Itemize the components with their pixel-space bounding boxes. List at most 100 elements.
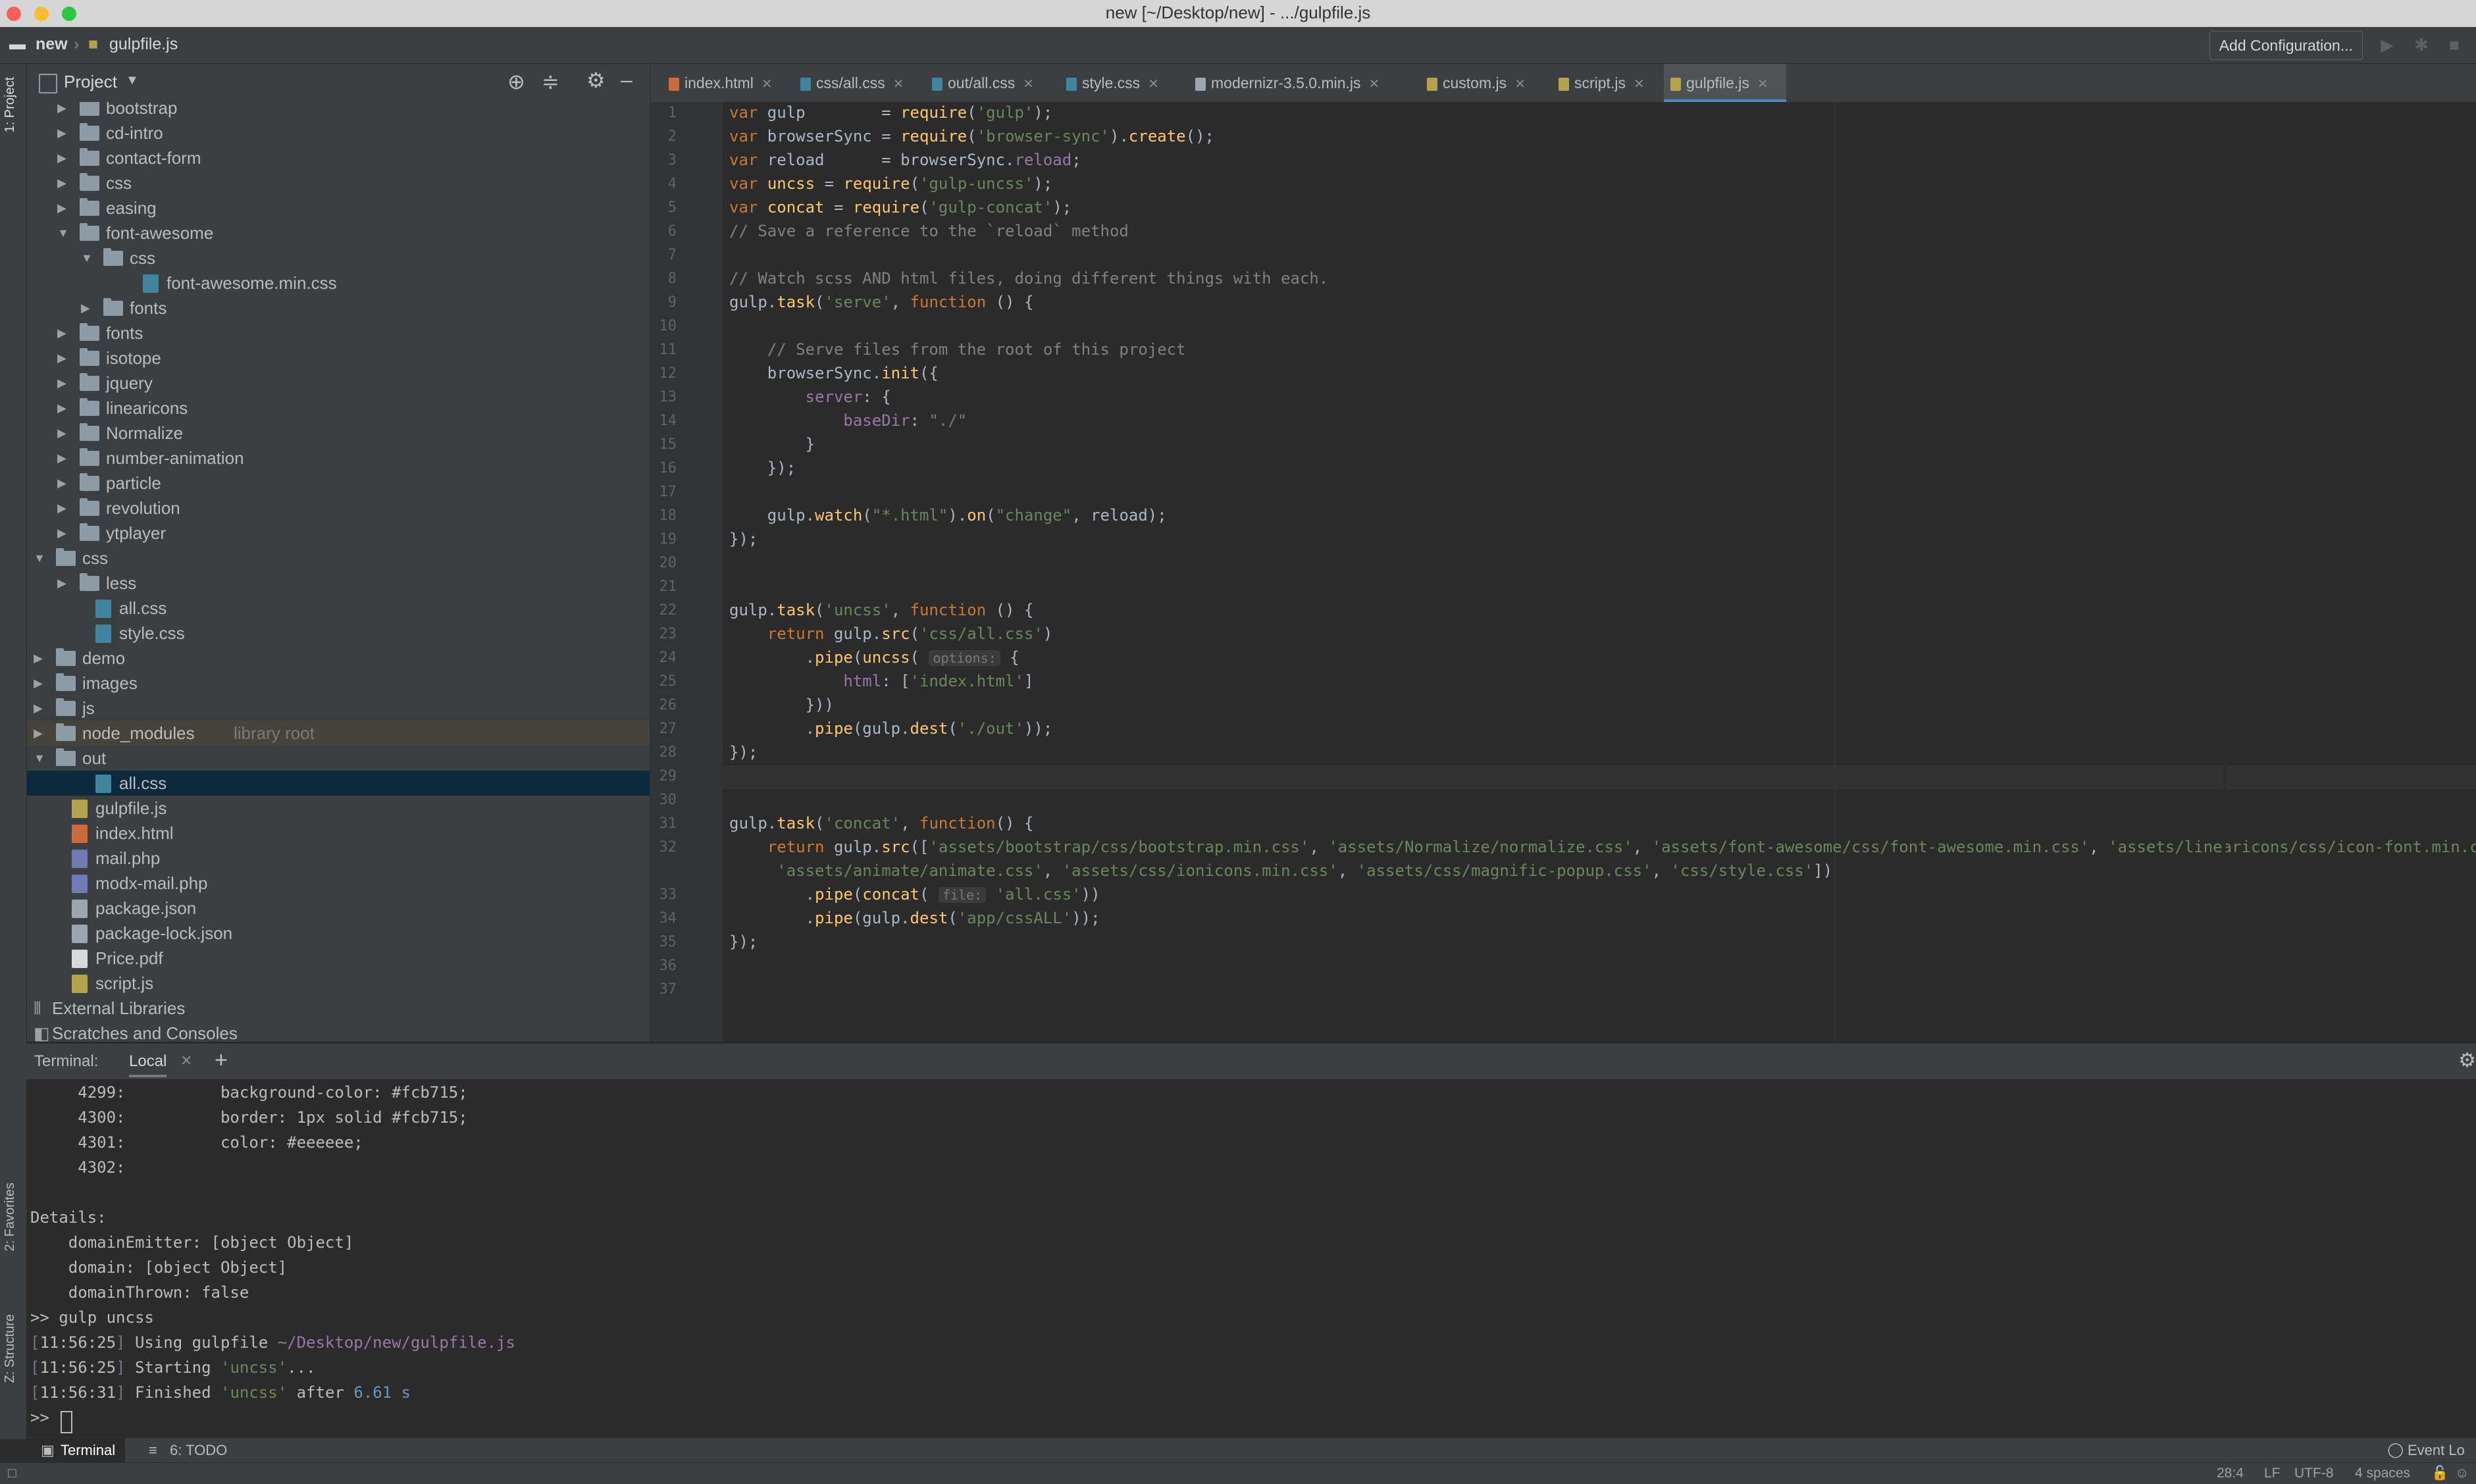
tree-row[interactable]: ▶ bootstrap xyxy=(27,102,650,120)
tool-windows-icon[interactable]: □ xyxy=(8,1466,16,1481)
tree-row[interactable]: ▶ images xyxy=(27,671,650,696)
chevron-down-icon[interactable]: ▼ xyxy=(81,245,94,270)
indent-setting[interactable]: 4 spaces xyxy=(2355,1466,2410,1481)
breadcrumb-file[interactable]: gulpfile.js xyxy=(109,35,178,54)
project-tool-button[interactable]: 1: Project xyxy=(3,77,18,132)
line-separator[interactable]: LF xyxy=(2264,1466,2281,1481)
chevron-right-icon[interactable]: ▶ xyxy=(57,102,70,120)
tree-row[interactable]: gulpfile.js xyxy=(27,796,650,821)
chevron-right-icon[interactable]: ▶ xyxy=(34,646,47,671)
close-tab-icon[interactable]: ✕ xyxy=(1757,77,1768,91)
chevron-right-icon[interactable]: ▶ xyxy=(57,446,70,471)
tree-row[interactable]: ▶ css xyxy=(27,170,650,195)
tree-row[interactable]: ▼ font-awesome xyxy=(27,220,650,245)
debug-icon[interactable]: ✱ xyxy=(2410,34,2433,56)
terminal-tab-local[interactable]: Local xyxy=(129,1052,167,1077)
chevron-down-icon[interactable]: ▼ xyxy=(34,546,47,571)
editor-tab[interactable]: custom.js ✕ xyxy=(1420,64,1552,102)
new-terminal-icon[interactable]: + xyxy=(215,1048,228,1073)
close-tab-icon[interactable]: ✕ xyxy=(1369,77,1380,91)
tree-row[interactable]: ▶ linearicons xyxy=(27,396,650,421)
todo-tool-button[interactable]: 6: TODO xyxy=(170,1442,227,1459)
tree-row[interactable]: all.css xyxy=(27,596,650,621)
tree-row[interactable]: font-awesome.min.css xyxy=(27,270,650,295)
tree-row[interactable]: ⦀ External Libraries xyxy=(27,996,650,1021)
hide-panel-icon[interactable]: – xyxy=(621,68,632,92)
chevron-right-icon[interactable]: ▶ xyxy=(57,421,70,446)
chevron-right-icon[interactable]: ▶ xyxy=(57,320,70,345)
chevron-right-icon[interactable]: ▶ xyxy=(57,396,70,421)
chevron-right-icon[interactable]: ▶ xyxy=(34,696,47,721)
tree-row[interactable]: ▶ jquery xyxy=(27,371,650,396)
tree-row[interactable]: all.css xyxy=(27,771,650,796)
event-log-button[interactable]: Event Lo xyxy=(2408,1442,2476,1459)
tree-row[interactable]: ▶ contact-form xyxy=(27,145,650,170)
tree-row[interactable]: ▶ particle xyxy=(27,471,650,496)
terminal-settings-icon[interactable]: ⚙ xyxy=(2458,1049,2476,1072)
close-tab-icon[interactable]: ✕ xyxy=(1023,77,1034,91)
tree-row[interactable]: ▶ number-animation xyxy=(27,446,650,471)
tree-row[interactable]: ▼ css xyxy=(27,245,650,270)
close-tab-icon[interactable]: ✕ xyxy=(1148,77,1159,91)
tree-row[interactable]: ▼ css xyxy=(27,546,650,571)
tree-row[interactable]: ▶ less xyxy=(27,571,650,596)
tree-row[interactable]: ▶ demo xyxy=(27,646,650,671)
close-tab-icon[interactable]: ✕ xyxy=(180,1052,192,1069)
tree-row[interactable]: ▶ Normalize xyxy=(27,421,650,446)
chevron-right-icon[interactable]: ▶ xyxy=(57,521,70,546)
code-editor[interactable]: 1 2 3 4 5 6 7 8 9 10 11 12 13 14 15 16 17 18 19 20 21 22 23 24 2… xyxy=(650,102,2476,1042)
editor-tab[interactable]: gulpfile.js ✕ xyxy=(1664,64,1786,102)
tree-row[interactable]: modx-mail.php xyxy=(27,871,650,896)
tree-row[interactable]: ▼ out xyxy=(27,746,650,771)
tree-row[interactable]: style.css xyxy=(27,621,650,646)
tree-row[interactable]: ▶ ytplayer xyxy=(27,521,650,546)
editor-tab[interactable]: style.css ✕ xyxy=(1060,64,1189,102)
editor-tab[interactable]: out/all.css ✕ xyxy=(925,64,1061,102)
locate-icon[interactable]: ⊕ xyxy=(507,69,525,94)
tree-row[interactable]: Price.pdf xyxy=(27,946,650,971)
gear-icon[interactable]: ⚙ xyxy=(586,68,606,93)
tree-row[interactable]: ▶ js xyxy=(27,696,650,721)
favorites-tool-button[interactable]: 2: Favorites xyxy=(3,1183,18,1251)
tree-row[interactable]: ▶ fonts xyxy=(27,295,650,320)
chevron-right-icon[interactable]: ▶ xyxy=(57,571,70,596)
tree-row[interactable]: ▶ node_modules library root xyxy=(27,721,650,746)
tree-row[interactable]: ▶ easing xyxy=(27,195,650,220)
editor-tab[interactable]: css/all.css ✕ xyxy=(794,64,925,102)
file-encoding[interactable]: UTF-8 xyxy=(2294,1466,2334,1481)
chevron-down-icon[interactable]: ▼ xyxy=(126,73,139,88)
tree-row[interactable]: index.html xyxy=(27,821,650,846)
close-tab-icon[interactable]: ✕ xyxy=(893,77,904,91)
lock-icon[interactable]: 🔓 xyxy=(2431,1466,2448,1481)
chevron-right-icon[interactable]: ▶ xyxy=(57,345,70,371)
close-tab-icon[interactable]: ✕ xyxy=(1514,77,1526,91)
chevron-down-icon[interactable]: ▼ xyxy=(34,746,47,771)
run-icon[interactable]: ▶ xyxy=(2376,34,2398,56)
editor-tab[interactable]: index.html ✕ xyxy=(662,64,794,102)
project-view-selector[interactable]: Project xyxy=(64,72,117,92)
chevron-right-icon[interactable]: ▶ xyxy=(57,496,70,521)
caret-position[interactable]: 28:4 xyxy=(2217,1466,2244,1481)
tree-row[interactable]: ▶ revolution xyxy=(27,496,650,521)
close-tab-icon[interactable]: ✕ xyxy=(761,77,773,91)
chevron-right-icon[interactable]: ▶ xyxy=(57,145,70,170)
editor-scrollbar[interactable] xyxy=(2223,102,2226,1042)
close-tab-icon[interactable]: ✕ xyxy=(1634,77,1645,91)
tree-row[interactable]: ▶ fonts xyxy=(27,320,650,345)
tree-row[interactable]: package-lock.json xyxy=(27,921,650,946)
tree-row[interactable]: mail.php xyxy=(27,846,650,871)
chevron-right-icon[interactable]: ▶ xyxy=(57,195,70,220)
inspector-icon[interactable]: ☺ xyxy=(2455,1466,2469,1481)
chevron-right-icon[interactable]: ▶ xyxy=(34,671,47,696)
tree-row[interactable]: ▶ isotope xyxy=(27,345,650,371)
chevron-right-icon[interactable]: ▶ xyxy=(81,295,94,320)
add-configuration-button[interactable]: Add Configuration... xyxy=(2209,31,2363,60)
editor-tab[interactable]: script.js ✕ xyxy=(1552,64,1664,102)
tree-row[interactable]: script.js xyxy=(27,971,650,996)
collapse-all-icon[interactable]: ≑ xyxy=(542,69,559,94)
tree-row[interactable]: ▶ cd-intro xyxy=(27,120,650,145)
tree-row[interactable]: package.json xyxy=(27,896,650,921)
chevron-right-icon[interactable]: ▶ xyxy=(57,371,70,396)
editor-tab[interactable]: modernizr-3.5.0.min.js ✕ xyxy=(1189,64,1420,102)
terminal-tool-button[interactable]: Terminal xyxy=(61,1442,115,1459)
